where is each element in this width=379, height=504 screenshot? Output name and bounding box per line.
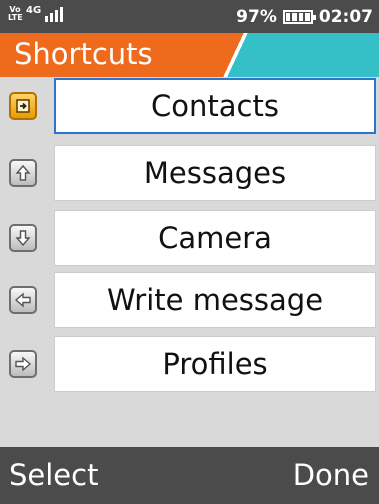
battery-percent: 97% bbox=[236, 7, 277, 27]
dpad-right-key-icon bbox=[9, 350, 37, 378]
volte-indicator: Vo LTE bbox=[8, 5, 23, 22]
clock: 02:07 bbox=[318, 7, 373, 27]
page-title: Shortcuts bbox=[14, 37, 153, 71]
softkey-bar: Select Done bbox=[0, 447, 379, 504]
network-type: 4G bbox=[26, 5, 42, 16]
dpad-up-key-icon bbox=[9, 159, 37, 187]
shortcut-row-messages[interactable]: Messages bbox=[0, 145, 379, 201]
shortcut-row-camera[interactable]: Camera bbox=[0, 210, 379, 266]
battery-icon bbox=[282, 10, 316, 24]
dpad-left-key-icon bbox=[9, 286, 37, 314]
signal-strength-icon bbox=[45, 6, 64, 22]
done-softkey[interactable]: Done bbox=[293, 458, 369, 492]
shortcut-write-message-button[interactable]: Write message bbox=[54, 272, 376, 328]
shortcut-profiles-button[interactable]: Profiles bbox=[54, 336, 376, 392]
dpad-center-key-icon bbox=[9, 92, 37, 120]
shortcut-contacts-button[interactable]: Contacts bbox=[54, 78, 376, 134]
shortcut-row-profiles[interactable]: Profiles bbox=[0, 336, 379, 392]
select-softkey[interactable]: Select bbox=[9, 458, 98, 492]
shortcut-row-contacts[interactable]: Contacts bbox=[0, 78, 379, 134]
shortcut-camera-button[interactable]: Camera bbox=[54, 210, 376, 266]
dpad-down-key-icon bbox=[9, 224, 37, 252]
status-bar: Vo LTE 4G 97% 02:07 bbox=[0, 0, 379, 33]
status-right: 97% 02:07 bbox=[236, 7, 373, 27]
shortcut-row-write-message[interactable]: Write message bbox=[0, 272, 379, 328]
shortcut-messages-button[interactable]: Messages bbox=[54, 145, 376, 201]
status-left: Vo LTE 4G bbox=[8, 5, 64, 22]
title-bar: Shortcuts bbox=[0, 33, 379, 77]
